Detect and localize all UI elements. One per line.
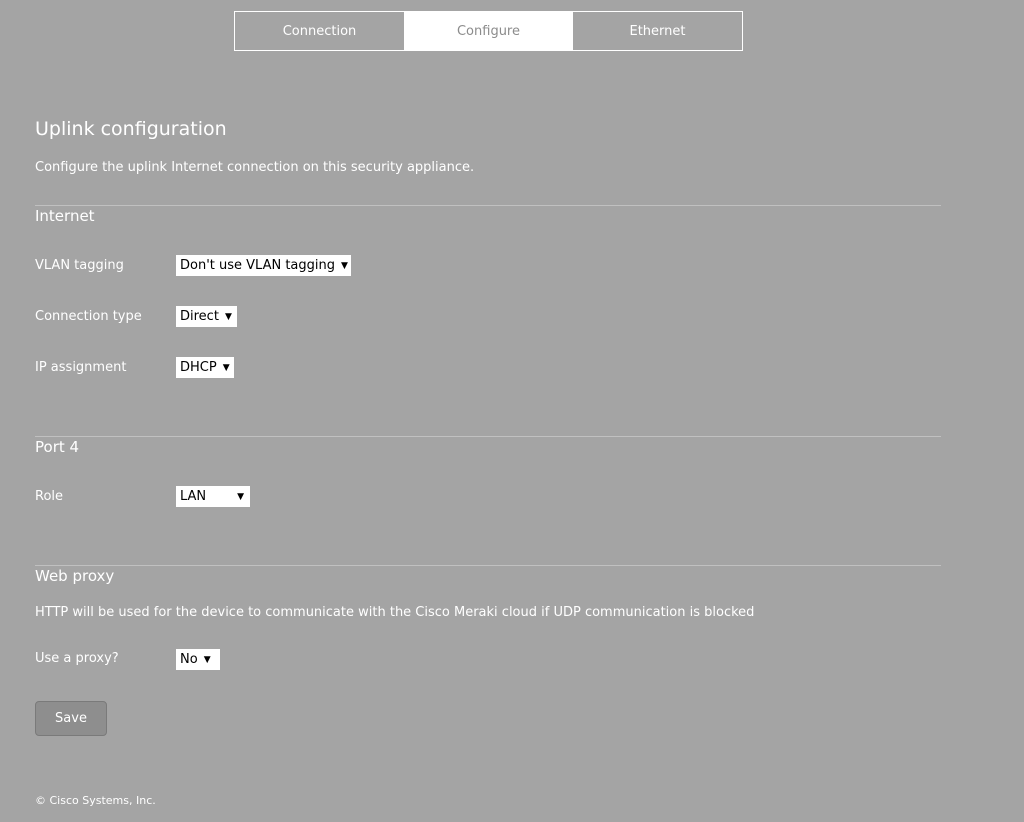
ip-assignment-value: DHCP [180,360,217,375]
caret-down-icon: ▼ [237,491,244,502]
tab-connection[interactable]: Connection [235,12,404,50]
role-label: Role [35,489,64,504]
section-divider [35,436,941,437]
page-description: Configure the uplink Internet connection… [35,160,475,175]
tab-bar: Connection Configure Ethernet [234,11,743,51]
section-title-internet: Internet [35,207,95,225]
page-title: Uplink configuration [35,118,227,140]
section-divider [35,205,941,206]
save-button[interactable]: Save [35,701,107,736]
connection-type-value: Direct [180,309,219,324]
ip-assignment-label: IP assignment [35,360,127,375]
role-value: LAN [180,489,207,504]
use-proxy-label: Use a proxy? [35,651,119,666]
connection-type-select[interactable]: Direct ▼ [176,306,237,327]
ip-assignment-select[interactable]: DHCP ▼ [176,357,234,378]
vlan-tagging-label: VLAN tagging [35,258,124,273]
copyright-footer: © Cisco Systems, Inc. [35,794,156,807]
caret-down-icon: ▼ [222,362,230,373]
section-title-port4: Port 4 [35,438,80,456]
caret-down-icon: ▼ [341,260,348,271]
caret-down-icon: ▼ [203,654,211,665]
web-proxy-description: HTTP will be used for the device to comm… [35,605,755,620]
role-select[interactable]: LAN ▼ [176,486,250,507]
tab-configure[interactable]: Configure [404,12,573,50]
vlan-tagging-value: Don't use VLAN tagging [180,258,336,273]
section-title-web-proxy: Web proxy [35,567,115,585]
use-proxy-value: No [180,652,198,667]
tab-ethernet[interactable]: Ethernet [573,12,742,50]
use-proxy-select[interactable]: No ▼ [176,649,220,670]
caret-down-icon: ▼ [224,311,232,322]
section-divider [35,565,941,566]
connection-type-label: Connection type [35,309,142,324]
vlan-tagging-select[interactable]: Don't use VLAN tagging ▼ [176,255,351,276]
